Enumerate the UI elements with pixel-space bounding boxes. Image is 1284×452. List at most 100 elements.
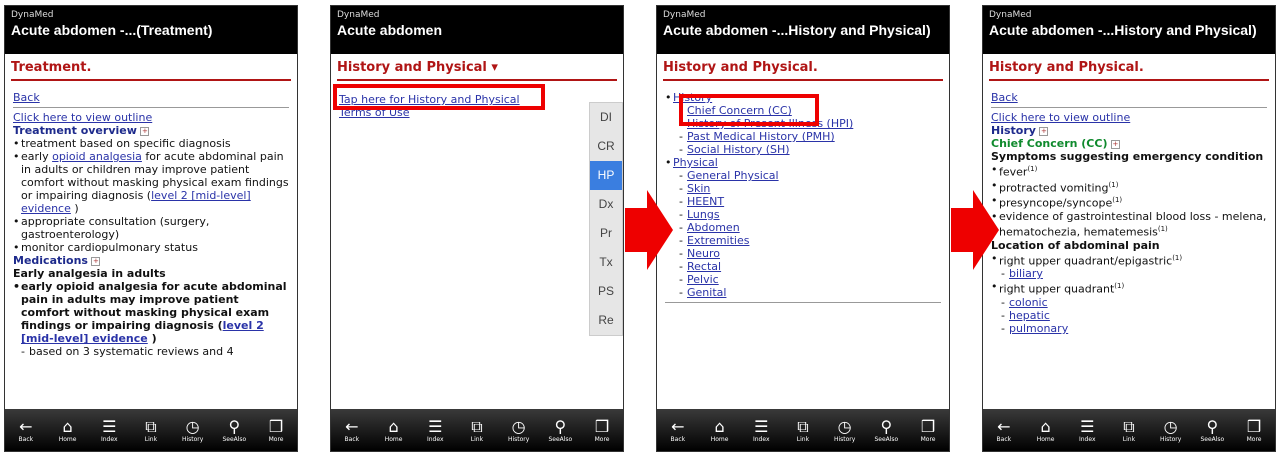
screen-hp-outline: DynaMed Acute abdomen -...History and Ph… (656, 5, 950, 452)
list-item[interactable]: Past Medical History (PMH) (679, 130, 941, 143)
toolbar-label: Back (344, 435, 360, 443)
toolbar-button-back[interactable]: ← Back (10, 416, 42, 443)
toolbar-button-link[interactable]: ⧉ Link (1113, 416, 1145, 443)
more-icon: ❒ (1246, 416, 1262, 436)
toolbar-button-seealso[interactable]: ⚲ SeeAlso (870, 416, 902, 443)
toolbar-button-index[interactable]: ☰ Index (419, 416, 451, 443)
list-item[interactable]: Skin (679, 182, 941, 195)
toolbar-button-more[interactable]: ❒ More (912, 417, 944, 443)
toolbar-label: Index (426, 435, 444, 443)
index-item[interactable]: CR (590, 132, 622, 161)
subheading: Early analgesia in adults (13, 267, 166, 280)
expand-icon[interactable]: + (140, 126, 150, 136)
list-item: treatment based on specific diagnosis (13, 137, 289, 150)
list-item[interactable]: Lungs (679, 208, 941, 221)
physical-link[interactable]: Physical (673, 156, 718, 169)
index-icon: ☰ (1080, 416, 1095, 436)
list-item[interactable]: Pelvic (679, 273, 941, 286)
toolbar-label: More (1246, 435, 1262, 443)
toolbar-button-seealso[interactable]: ⚲ SeeAlso (218, 416, 250, 443)
app-name: DynaMed (663, 10, 706, 20)
list-item: fever(1) (991, 163, 1267, 179)
app-name: DynaMed (337, 10, 380, 20)
see-also-icon: ⚲ (880, 416, 893, 436)
toolbar-button-index[interactable]: ☰ Index (745, 417, 777, 443)
link-icon: ⧉ (145, 416, 157, 436)
list-item[interactable]: colonic (1001, 296, 1267, 309)
toolbar-button-more[interactable]: ❒ More (260, 416, 292, 443)
index-item[interactable]: Pr (590, 219, 622, 248)
list-item[interactable]: Extremities (679, 234, 941, 247)
list-item[interactable]: Social History (SH) (679, 143, 941, 156)
toolbar-button-back[interactable]: ← Back (988, 416, 1020, 443)
more-icon: ❒ (268, 416, 284, 436)
section-heading[interactable]: History and Physical ▾ (337, 56, 617, 81)
toolbar-label: SeeAlso (548, 435, 573, 443)
page-title: Acute abdomen (337, 22, 443, 38)
back-link[interactable]: Back (13, 91, 40, 104)
toolbar-button-more[interactable]: ❒ More (1238, 416, 1270, 443)
back-arrow-icon: ← (19, 416, 33, 436)
list-item[interactable]: pulmonary (1001, 322, 1267, 335)
toolbar-button-history[interactable]: ◷ History (177, 416, 209, 443)
toolbar-button-back[interactable]: ← Back (336, 417, 368, 443)
expand-icon[interactable]: + (1039, 126, 1049, 136)
title-bar: DynaMed Acute abdomen -...History and Ph… (983, 6, 1275, 54)
index-item[interactable]: Re (590, 306, 622, 335)
toolbar-label: Index (752, 435, 770, 443)
history-icon: ◷ (185, 416, 200, 436)
list-item[interactable]: General Physical (679, 169, 941, 182)
toolbar-button-home[interactable]: ⌂ Home (704, 417, 736, 443)
page-title: Acute abdomen -...(Treatment) (11, 22, 213, 38)
toolbar-button-index[interactable]: ☰ Index (1071, 416, 1103, 443)
toolbar-button-home[interactable]: ⌂ Home (1030, 417, 1062, 443)
toolbar-button-history[interactable]: ◷ History (1155, 416, 1187, 443)
expand-icon[interactable]: + (1110, 139, 1120, 149)
toolbar-button-seealso[interactable]: ⚲ SeeAlso (544, 417, 576, 443)
screen-history: DynaMed Acute abdomen -...History and Ph… (982, 5, 1276, 452)
back-arrow-icon: ← (997, 416, 1011, 436)
index-icon: ☰ (428, 416, 443, 436)
outline-link[interactable]: Click here to view outline (13, 111, 152, 124)
section-heading: History and Physical. (663, 56, 943, 81)
list-item[interactable]: Rectal (679, 260, 941, 273)
toolbar-button-history[interactable]: ◷ History (503, 417, 535, 443)
link-icon: ⧉ (1123, 416, 1135, 436)
list-item[interactable]: HEENT (679, 195, 941, 208)
toolbar-button-home[interactable]: ⌂ Home (378, 416, 410, 443)
toolbar-button-link[interactable]: ⧉ Link (135, 416, 167, 443)
app-name: DynaMed (11, 10, 54, 20)
toolbar-label: History (833, 435, 856, 443)
list-item[interactable]: Abdomen (679, 221, 941, 234)
page-title: Acute abdomen -...History and Physical) (663, 22, 931, 38)
index-item[interactable]: Tx (590, 248, 622, 277)
toolbar-button-link[interactable]: ⧉ Link (461, 417, 493, 443)
toolbar-button-history[interactable]: ◷ History (829, 417, 861, 443)
biliary-link[interactable]: biliary (1009, 267, 1043, 280)
list-item[interactable]: Neuro (679, 247, 941, 260)
toolbar-button-more[interactable]: ❒ More (586, 417, 618, 443)
toolbar-button-link[interactable]: ⧉ Link (787, 417, 819, 443)
history-icon: ◷ (1163, 416, 1178, 436)
opioid-link[interactable]: opioid analgesia (52, 150, 142, 163)
bottom-toolbar: ← Back ⌂ Home ☰ Index ⧉ Link ◷ History ⚲ SeeAlso ❒ Mo… (5, 409, 297, 451)
expand-icon[interactable]: + (91, 256, 101, 266)
index-item-selected[interactable]: HP (590, 161, 622, 190)
home-icon: ⌂ (388, 416, 399, 436)
toolbar-button-back[interactable]: ← Back (662, 417, 694, 443)
back-link[interactable]: Back (991, 91, 1018, 104)
overview-heading: Treatment overview (13, 124, 137, 137)
index-item[interactable]: PS (590, 277, 622, 306)
toolbar-button-index[interactable]: ☰ Index (93, 417, 125, 443)
see-also-icon: ⚲ (228, 416, 241, 436)
title-bar: DynaMed Acute abdomen (331, 6, 623, 54)
index-item[interactable]: Dx (590, 190, 622, 219)
title-bar: DynaMed Acute abdomen -...History and Ph… (657, 6, 949, 54)
toolbar-button-seealso[interactable]: ⚲ SeeAlso (1196, 417, 1228, 443)
list-item[interactable]: Genital (679, 286, 941, 299)
toolbar-button-home[interactable]: ⌂ Home (52, 417, 84, 443)
index-item[interactable]: DI (590, 103, 622, 132)
outline-link[interactable]: Click here to view outline (991, 111, 1130, 124)
list-item[interactable]: hepatic (1001, 309, 1267, 322)
toolbar-label: Index (1078, 435, 1096, 443)
